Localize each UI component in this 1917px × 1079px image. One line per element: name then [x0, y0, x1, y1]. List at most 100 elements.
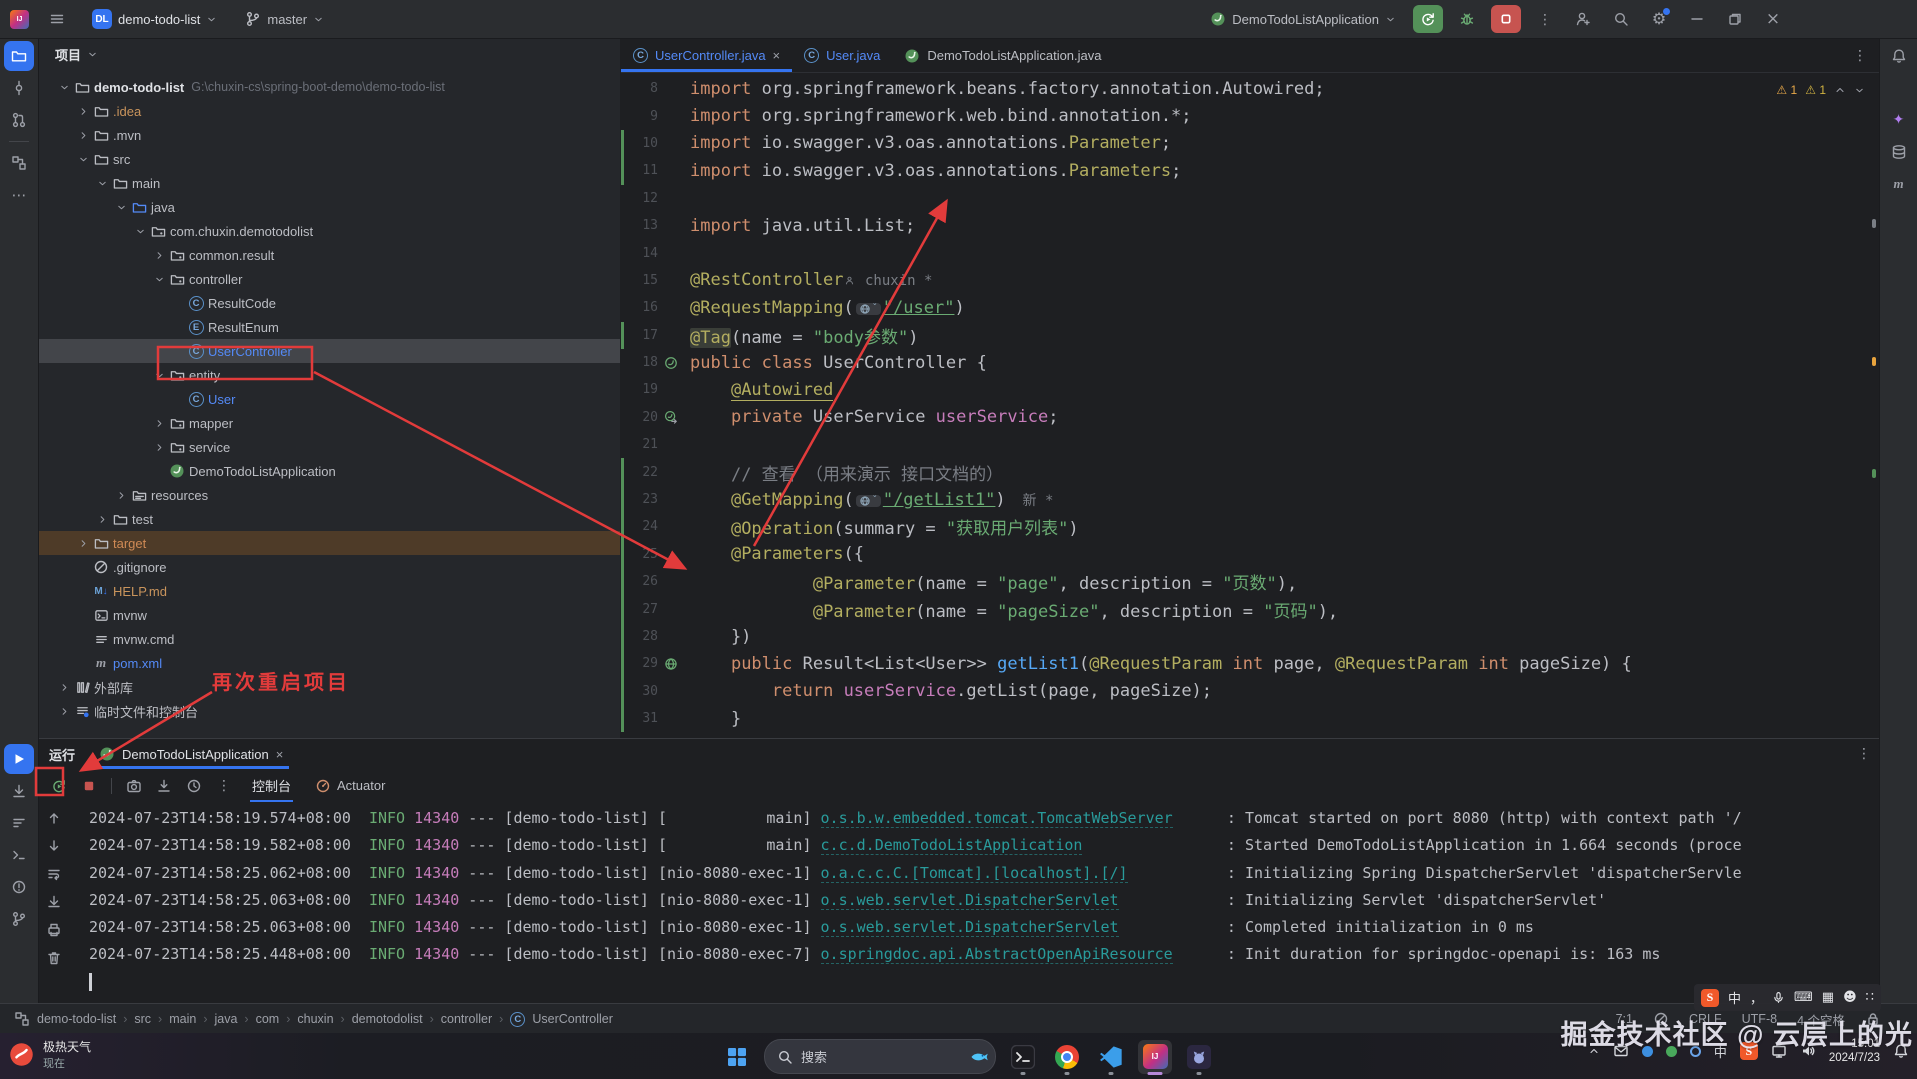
line-number[interactable]: 16 — [624, 300, 658, 315]
tool-stripe-git-branch[interactable] — [4, 904, 34, 934]
chevron-down-icon[interactable] — [75, 154, 91, 165]
prev-problem-icon[interactable] — [1834, 84, 1846, 96]
tool-stripe-maven[interactable]: m — [1884, 169, 1914, 199]
minimize-button[interactable] — [1683, 6, 1711, 32]
tool-stripe-run[interactable] — [4, 744, 34, 774]
line-number[interactable]: 18 — [624, 355, 658, 370]
run-configuration-selector[interactable]: DemoTodoListApplication — [1203, 8, 1403, 30]
start-button[interactable] — [720, 1040, 754, 1074]
tree-item-resources[interactable]: resources — [39, 483, 620, 507]
editor-tab-usercontroller-java[interactable]: C UserController.java × — [621, 39, 793, 72]
tree-item-mvnw-cmd[interactable]: mvnw.cmd — [39, 627, 620, 651]
more-actions-button[interactable]: ⋮ — [1531, 6, 1559, 32]
line-number[interactable]: 21 — [624, 437, 658, 452]
breadcrumb-item[interactable]: controller — [441, 1012, 492, 1026]
grid-icon[interactable]: ∷ — [1866, 991, 1874, 1004]
skin-icon[interactable]: ▦ — [1822, 991, 1834, 1004]
line-number[interactable]: 10 — [624, 136, 658, 151]
rerun-button[interactable] — [1413, 5, 1443, 33]
next-problem-icon[interactable] — [1854, 85, 1865, 96]
line-number[interactable]: 13 — [624, 218, 658, 233]
chevron-down-icon[interactable] — [151, 370, 167, 381]
editor-panel[interactable]: C UserController.java × C User.java DemoTodoL… — [621, 39, 1879, 738]
run-tab[interactable]: DemoTodoListApplication × — [93, 739, 290, 769]
line-number[interactable]: 9 — [624, 109, 658, 124]
line-number[interactable]: 14 — [624, 246, 658, 261]
chevron-down-icon[interactable] — [151, 274, 167, 285]
line-number[interactable]: 24 — [624, 519, 658, 534]
thread-dump-button[interactable] — [122, 774, 146, 798]
chevron-right-icon[interactable] — [75, 106, 91, 117]
close-icon[interactable]: × — [276, 747, 284, 762]
tool-stripe-notifications[interactable] — [1884, 41, 1914, 71]
edit-config-button[interactable] — [182, 774, 206, 798]
debug-button[interactable] — [1453, 6, 1481, 32]
taskbar-app-chrome[interactable] — [1050, 1040, 1084, 1075]
chevron-right-icon[interactable] — [94, 514, 110, 525]
tree-item-src[interactable]: src — [39, 147, 620, 171]
search-everywhere-button[interactable] — [1607, 6, 1635, 32]
tree-item--mvn[interactable]: .mvn — [39, 123, 620, 147]
tool-stripe-problems[interactable] — [4, 872, 34, 902]
tab-actuator[interactable]: Actuator — [307, 778, 393, 794]
breadcrumb-item[interactable]: src — [134, 1012, 151, 1026]
tree-item--gitignore[interactable]: .gitignore — [39, 555, 620, 579]
tree-item-usercontroller[interactable]: C UserController — [39, 339, 620, 363]
chevron-right-icon[interactable] — [75, 538, 91, 549]
tree-item-main[interactable]: main — [39, 171, 620, 195]
sogou-ime-toolbar[interactable]: S 中 ， ⌨ ▦ ☻ ∷ — [1694, 984, 1881, 1011]
line-number[interactable]: 29 — [624, 656, 658, 671]
tree-item-help-md[interactable]: M↓ HELP.md — [39, 579, 620, 603]
tree-item-com-chuxin-demotodolist[interactable]: com.chuxin.demotodolist — [39, 219, 620, 243]
tool-stripe-structure[interactable] — [4, 148, 34, 178]
tool-stripe-database[interactable] — [1884, 137, 1914, 167]
close-icon[interactable]: × — [773, 48, 781, 63]
chevron-down-icon[interactable] — [56, 82, 72, 93]
chevron-right-icon[interactable] — [151, 442, 167, 453]
line-number[interactable]: 8 — [624, 81, 658, 96]
chevron-right-icon[interactable] — [151, 418, 167, 429]
breadcrumb-item[interactable]: UserController — [532, 1012, 613, 1026]
taskbar-search-input[interactable]: 搜索 — [764, 1039, 996, 1074]
line-number[interactable]: 15 — [624, 273, 658, 288]
restore-layout-button[interactable] — [152, 774, 176, 798]
tool-stripe-project-folder[interactable] — [4, 41, 34, 71]
tree-item-entity[interactable]: entity — [39, 363, 620, 387]
weather-widget[interactable]: 极热天气 现在 — [8, 1038, 91, 1071]
bean-gutter-icon[interactable] — [658, 356, 684, 370]
tool-stripe-step-down[interactable] — [4, 776, 34, 806]
editor-tab-user-java[interactable]: C User.java — [792, 39, 892, 72]
tree-item-mvnw[interactable]: mvnw — [39, 603, 620, 627]
line-number[interactable]: 22 — [624, 465, 658, 480]
line-number[interactable]: 12 — [624, 191, 658, 206]
line-number[interactable]: 19 — [624, 382, 658, 397]
project-tree[interactable]: demo-todo-list G:\chuxin-cs\spring-boot-d… — [39, 75, 620, 738]
tool-stripe-pull-request[interactable] — [4, 105, 34, 135]
chevron-right-icon[interactable] — [56, 682, 72, 693]
taskbar-app-vscode[interactable] — [1094, 1040, 1128, 1075]
main-menu-button[interactable] — [43, 6, 71, 32]
kebab-icon[interactable]: ⋮ — [1857, 746, 1871, 762]
chevron-right-icon[interactable] — [75, 130, 91, 141]
line-number[interactable]: 30 — [624, 684, 658, 699]
line-number[interactable]: 17 — [624, 328, 658, 343]
api-gutter-icon[interactable] — [658, 657, 684, 671]
console-softwrap-icon[interactable] — [43, 863, 65, 885]
tool-stripe-terminal[interactable] — [4, 840, 34, 870]
settings-button[interactable]: ⚙ — [1645, 6, 1673, 32]
tool-stripe-ai-assistant[interactable]: ✦ — [1884, 105, 1914, 135]
breadcrumb-item[interactable]: chuxin — [297, 1012, 333, 1026]
line-number[interactable]: 31 — [624, 711, 658, 726]
chevron-right-icon[interactable] — [56, 706, 72, 717]
console-arrow-down-icon[interactable] — [43, 835, 65, 857]
tree-item-controller[interactable]: controller — [39, 267, 620, 291]
tool-stripe-commit[interactable] — [4, 73, 34, 103]
line-number[interactable]: 23 — [624, 492, 658, 507]
console-scroll-end-icon[interactable] — [43, 891, 65, 913]
console-rerun-button[interactable] — [47, 774, 71, 798]
project-selector[interactable]: DL demo-todo-list — [85, 6, 224, 32]
tab-list-kebab-icon[interactable]: ⋮ — [1853, 48, 1879, 63]
chevron-right-icon[interactable] — [151, 250, 167, 261]
maximize-button[interactable] — [1721, 6, 1749, 32]
line-number[interactable]: 27 — [624, 602, 658, 617]
